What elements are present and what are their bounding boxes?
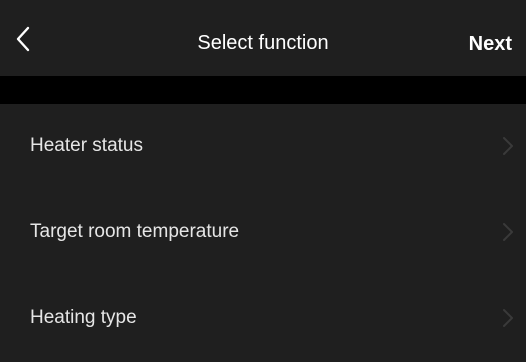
function-list: Heater status Target room temperature He… (0, 104, 526, 362)
next-button[interactable]: Next (469, 31, 512, 57)
page-title: Select function (197, 32, 329, 54)
chevron-right-icon (502, 136, 514, 156)
list-item-label: Heater status (30, 135, 143, 156)
navigation-bar: Select function Next (0, 0, 526, 76)
list-item-target-room-temperature[interactable]: Target room temperature (0, 190, 526, 276)
list-item-heating-type[interactable]: Heating type (0, 276, 526, 362)
section-divider (0, 76, 526, 104)
list-item-heater-status[interactable]: Heater status (0, 104, 526, 190)
chevron-right-icon (502, 222, 514, 242)
chevron-right-icon (502, 308, 514, 328)
list-item-label: Heating type (30, 307, 137, 328)
list-item-label: Target room temperature (30, 221, 240, 242)
select-function-screen: Select function Next Heater status Targe… (0, 0, 526, 362)
